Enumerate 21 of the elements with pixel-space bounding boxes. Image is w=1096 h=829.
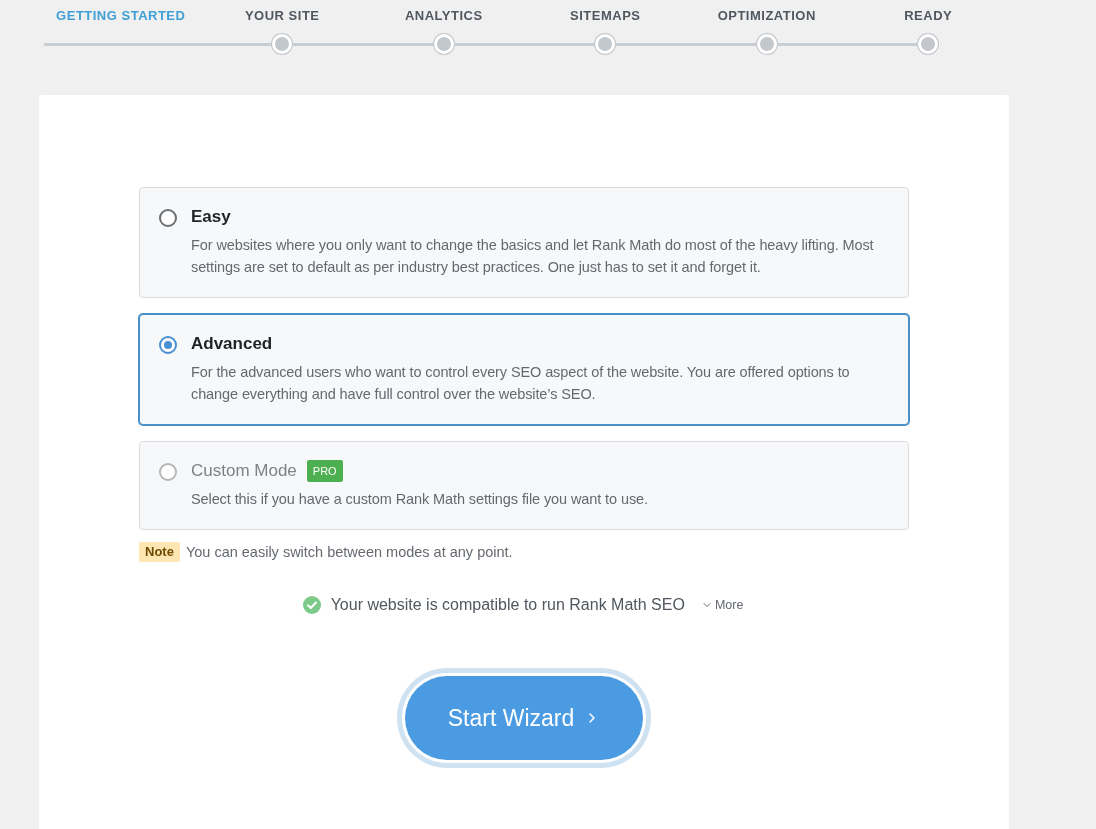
mode-title: Easy xyxy=(191,206,231,228)
pro-badge: PRO xyxy=(306,460,343,482)
mode-description: For websites where you only want to change the basics and let Rank Math do most of the heavy lifting. Most settings are set to default as per industry best practices. One just has to set it and forget it. xyxy=(191,236,875,277)
check-circle-icon xyxy=(302,596,321,614)
mode-title: Custom Mode xyxy=(191,460,297,482)
step-label[interactable]: OPTIMIZATION xyxy=(717,8,816,24)
note-text: You can easily switch between modes at any point. xyxy=(185,543,513,562)
mode-option-card[interactable]: Advanced For the advanced users who want to control every SEO aspect of the website. You are offered options to change everything and have full control over the website’s SEO. xyxy=(139,314,909,425)
step-label[interactable]: ANALYTICS xyxy=(404,8,483,24)
mode-option-card[interactable] xyxy=(139,187,909,298)
step-label[interactable]: READY xyxy=(904,8,953,24)
mode-description: Select this if you have a custom Rank Math settings file you want to use. xyxy=(191,490,648,509)
note-badge: Note xyxy=(139,542,180,562)
more-button[interactable]: More xyxy=(700,596,744,614)
compatibility-text: Your website is compatible to run Rank Math SEO xyxy=(330,595,685,615)
mode-description: For the advanced users who want to control every SEO aspect of the website. You are offered options to change everything and have full control over the website’s SEO. xyxy=(191,363,851,404)
radio-button[interactable] xyxy=(159,336,177,354)
step-label[interactable]: YOUR SITE xyxy=(244,8,320,24)
mode-title: Advanced xyxy=(191,333,273,355)
step-label[interactable]: SITEMAPS xyxy=(570,8,641,24)
radio-button[interactable] xyxy=(159,209,177,227)
